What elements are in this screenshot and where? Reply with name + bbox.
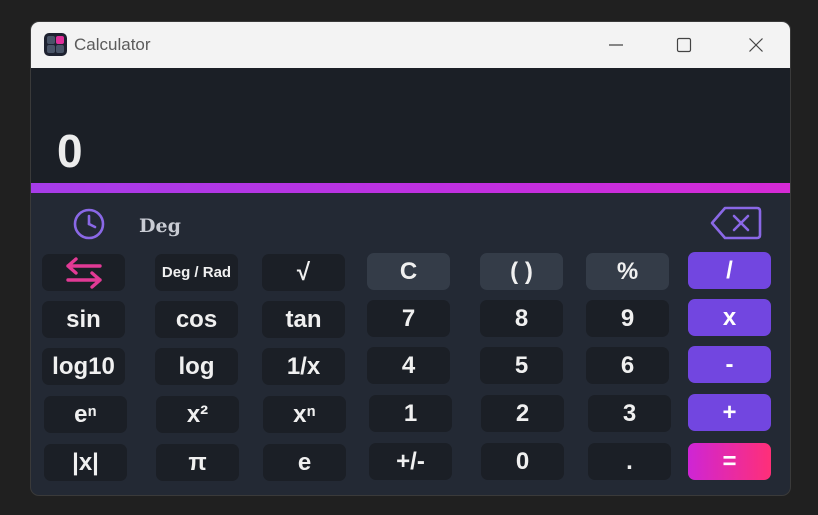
power-button[interactable]: xⁿ — [263, 396, 346, 433]
display-value: 0 — [57, 125, 83, 177]
digit-6-button[interactable]: 6 — [586, 347, 669, 384]
clear-button[interactable]: C — [367, 253, 450, 290]
exponent-e-button[interactable]: eⁿ — [44, 396, 127, 433]
backspace-icon[interactable] — [709, 205, 763, 241]
deg-rad-button[interactable]: Deg / Rad — [155, 254, 238, 291]
minimize-icon — [609, 44, 623, 46]
equals-button[interactable]: = — [688, 443, 771, 480]
digit-0-button[interactable]: 0 — [481, 443, 564, 480]
square-button[interactable]: x² — [156, 396, 239, 433]
digit-2-button[interactable]: 2 — [481, 395, 564, 432]
swap-arrows-icon — [65, 256, 102, 289]
digit-8-button[interactable]: 8 — [480, 300, 563, 337]
sin-button[interactable]: sin — [42, 301, 125, 338]
swap-button[interactable] — [42, 254, 125, 291]
sqrt-button[interactable]: √ — [262, 254, 345, 291]
close-icon — [749, 38, 763, 52]
tool-row: Deg — [31, 193, 790, 251]
window-title: Calculator — [74, 35, 151, 54]
add-button[interactable]: + — [688, 394, 771, 431]
log10-button[interactable]: log10 — [42, 348, 125, 385]
accent-bar — [31, 183, 790, 193]
decimal-button[interactable]: . — [588, 443, 671, 480]
euler-e-button[interactable]: e — [263, 444, 346, 481]
subtract-button[interactable]: - — [688, 346, 771, 383]
maximize-icon — [676, 37, 692, 53]
tan-button[interactable]: tan — [262, 301, 345, 338]
angle-mode-label: Deg — [139, 215, 181, 237]
calculator-window: Calculator 0 Deg Deg / Rad √ C () % / s… — [31, 22, 790, 495]
result-display: 0 — [31, 68, 790, 183]
minimize-button[interactable] — [581, 22, 651, 68]
digit-1-button[interactable]: 1 — [369, 395, 452, 432]
pi-button[interactable]: π — [156, 444, 239, 481]
multiply-button[interactable]: x — [688, 299, 771, 336]
digit-3-button[interactable]: 3 — [588, 395, 671, 432]
cos-button[interactable]: cos — [155, 301, 238, 338]
reciprocal-button[interactable]: 1/x — [262, 348, 345, 385]
percent-button[interactable]: % — [586, 253, 669, 290]
history-clock-icon[interactable] — [72, 207, 106, 241]
digit-5-button[interactable]: 5 — [480, 347, 563, 384]
negate-button[interactable]: +/- — [369, 443, 452, 480]
digit-9-button[interactable]: 9 — [586, 300, 669, 337]
calculator-app-icon — [44, 33, 67, 56]
close-button[interactable] — [721, 22, 790, 68]
title-bar[interactable]: Calculator — [31, 22, 790, 68]
parentheses-button[interactable]: ( ) — [480, 253, 563, 290]
digit-4-button[interactable]: 4 — [367, 347, 450, 384]
maximize-button[interactable] — [649, 22, 719, 68]
absolute-value-button[interactable]: |x| — [44, 444, 127, 481]
divide-button[interactable]: / — [688, 252, 771, 289]
digit-7-button[interactable]: 7 — [367, 300, 450, 337]
log-button[interactable]: log — [155, 348, 238, 385]
